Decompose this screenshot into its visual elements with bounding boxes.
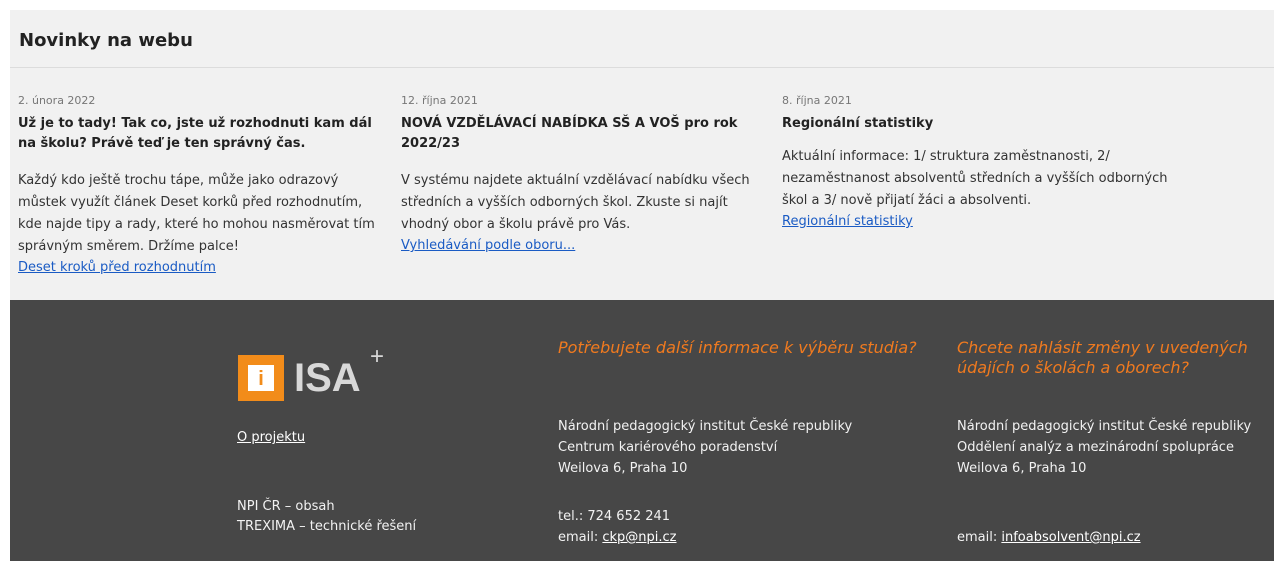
address: Národní pedagogický institut České repub… (558, 416, 852, 479)
article-headline: Už je to tady! Tak co, jste už rozhodnut… (18, 116, 372, 151)
article-excerpt: Každý kdo ještě trochu tápe, může jako o… (18, 173, 375, 254)
article-link[interactable]: Vyhledávání podle oboru... (401, 236, 773, 256)
article-date: 12. října 2021 (401, 94, 478, 107)
column-heading: Potřebujete další informace k výběru stu… (558, 338, 917, 357)
article-date: 2. února 2022 (18, 94, 96, 107)
contact-info: tel.: 724 652 241 email: ckp@npi.cz (558, 506, 677, 548)
address-line: Národní pedagogický institut České repub… (957, 419, 1252, 434)
email-link[interactable]: ckp@npi.cz (602, 530, 676, 545)
column-heading: Chcete nahlásit změny v uvedených údajíc… (957, 338, 1248, 377)
logo-icon: i (238, 355, 284, 401)
article-link[interactable]: Deset kroků před rozhodnutím (18, 258, 390, 278)
contact-info: email: infoabsolvent@npi.cz (957, 527, 1141, 548)
logo-letter: i (258, 368, 264, 390)
contact-column-study-info: Potřebujete další informace k výběru stu… (558, 338, 918, 545)
address-line: Centrum kariérového poradenství (558, 440, 778, 455)
address-line: Oddělení analýz a mezinárodní spolupráce (957, 440, 1234, 455)
article-headline: NOVÁ VZDĚLÁVACÍ NABÍDKA SŠ A VOŠ pro rok… (401, 116, 738, 151)
logo-plus: + (370, 343, 385, 370)
address-line: Weilova 6, Praha 10 (558, 461, 688, 476)
news-section: Novinky na webu 2. února 2022 Už je to t… (10, 10, 1274, 300)
logo-text: ISA (294, 356, 361, 400)
address-line: Národní pedagogický institut České repub… (558, 419, 853, 434)
news-article: 8. října 2021 Regionální statistiky Aktu… (782, 94, 1182, 232)
article-headline: Regionální statistiky (782, 116, 934, 131)
article-date: 8. října 2021 (782, 94, 852, 107)
credit-line: TREXIMA – technické řešení (237, 519, 417, 534)
site-footer: i ISA + O projektu NPI ČR – obsah TREXIM… (10, 300, 1274, 561)
address: Národní pedagogický institut České repub… (957, 416, 1251, 479)
article-excerpt: Aktuální informace: 1/ struktura zaměstn… (782, 149, 1168, 208)
news-article: 2. února 2022 Už je to tady! Tak co, jst… (18, 94, 390, 278)
news-article: 12. října 2021 NOVÁ VZDĚLÁVACÍ NABÍDKA S… (401, 94, 773, 256)
email-line: email: ckp@npi.cz (558, 530, 677, 545)
isa-logo[interactable]: i ISA + (238, 344, 398, 404)
credit-line: NPI ČR – obsah (237, 499, 335, 514)
article-link[interactable]: Regionální statistiky (782, 212, 1182, 232)
email-line: email: infoabsolvent@npi.cz (957, 530, 1141, 545)
article-excerpt: V systému najdete aktuální vzdělávací na… (401, 173, 750, 232)
news-header: Novinky na webu (10, 10, 1274, 68)
about-project-link[interactable]: O projektu (237, 430, 305, 445)
contact-column-report-changes: Chcete nahlásit změny v uvedených údajíc… (957, 338, 1274, 545)
credits: NPI ČR – obsah TREXIMA – technické řešen… (237, 497, 416, 537)
email-link[interactable]: infoabsolvent@npi.cz (1001, 530, 1140, 545)
address-line: Weilova 6, Praha 10 (957, 461, 1087, 476)
news-title: Novinky na webu (19, 30, 193, 51)
phone: tel.: 724 652 241 (558, 509, 671, 524)
